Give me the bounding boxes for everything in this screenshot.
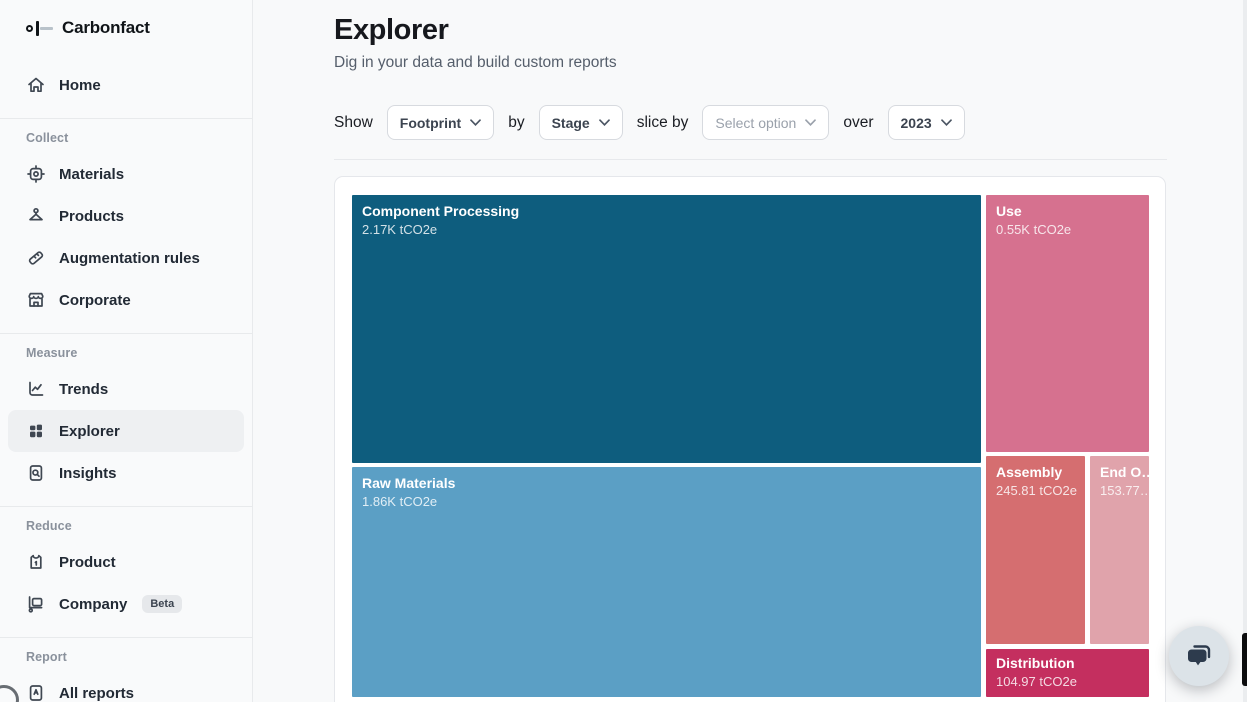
year-select-value: 2023 [901, 115, 932, 131]
sidebar-item-home[interactable]: Home [8, 64, 244, 106]
offscreen-edge-element [1242, 633, 1247, 686]
sidebar-item-label: Explorer [59, 423, 120, 440]
block-value: 0.55K tCO2e [996, 222, 1139, 237]
hanger-icon [26, 206, 46, 226]
divider [0, 333, 252, 334]
slice-select-placeholder: Select option [715, 115, 796, 131]
jersey-icon [26, 552, 46, 572]
block-value: 245.81 tCO2e [996, 483, 1075, 498]
dimension-select[interactable]: Stage [539, 105, 623, 140]
chat-bubbles-icon [1184, 641, 1214, 671]
sidebar-item-explorer[interactable]: Explorer [8, 410, 244, 452]
materials-icon [26, 164, 46, 184]
treemap-block-raw-materials[interactable]: Raw Materials 1.86K tCO2e [352, 467, 981, 697]
tag-ruler-icon [26, 248, 46, 268]
slice-select[interactable]: Select option [702, 105, 829, 140]
sidebar-item-label: Materials [59, 166, 124, 183]
brand-logo[interactable]: Carbonfact [26, 18, 252, 38]
year-select[interactable]: 2023 [888, 105, 965, 140]
filter-bar: Show Footprint by Stage slice by Select … [334, 105, 1167, 140]
chevron-down-icon [941, 119, 952, 126]
sidebar-item-all-reports[interactable]: All reports [8, 672, 244, 702]
slice-by-label: slice by [637, 114, 689, 132]
sidebar-item-label: Products [59, 208, 124, 225]
block-value: 153.77… [1100, 483, 1139, 498]
sidebar-item-products[interactable]: Products [8, 195, 244, 237]
over-label: over [843, 114, 873, 132]
show-label: Show [334, 114, 373, 132]
brand-name: Carbonfact [62, 18, 150, 38]
report-document-icon [26, 683, 46, 702]
sidebar-item-label: Insights [59, 465, 117, 482]
grid-icon [26, 421, 46, 441]
block-value: 2.17K tCO2e [362, 222, 971, 237]
treemap-block-component-processing[interactable]: Component Processing 2.17K tCO2e [352, 195, 981, 463]
home-icon [26, 75, 46, 95]
metric-select[interactable]: Footprint [387, 105, 494, 140]
block-label: Raw Materials [362, 475, 971, 491]
window-right-edge [1243, 0, 1247, 702]
block-label: Component Processing [362, 203, 971, 219]
block-label: Use [996, 203, 1139, 219]
dimension-select-value: Stage [552, 115, 590, 131]
sidebar-item-insights[interactable]: Insights [8, 452, 244, 494]
chevron-down-icon [805, 119, 816, 126]
treemap-block-assembly[interactable]: Assembly 245.81 tCO2e [986, 456, 1085, 644]
treemap-block-distribution[interactable]: Distribution 104.97 tCO2e [986, 649, 1149, 697]
divider [0, 118, 252, 119]
sidebar-item-label: Company [59, 596, 127, 613]
sidebar-item-materials[interactable]: Materials [8, 153, 244, 195]
carbonfact-logo-icon [26, 21, 53, 36]
sidebar-item-augmentation-rules[interactable]: Augmentation rules [8, 237, 244, 279]
block-value: 104.97 tCO2e [996, 674, 1139, 689]
sidebar-item-label: All reports [59, 685, 134, 702]
sidebar-item-trends[interactable]: Trends [8, 368, 244, 410]
main-content: Explorer Dig in your data and build cust… [254, 0, 1247, 702]
divider [0, 637, 252, 638]
sidebar-item-label: Augmentation rules [59, 250, 200, 267]
sidebar: Carbonfact Home Collect Materials Produc… [0, 0, 253, 702]
chevron-down-icon [470, 119, 481, 126]
section-label-reduce: Reduce [26, 519, 252, 533]
chat-widget-button[interactable] [1169, 626, 1229, 686]
block-label: Distribution [996, 655, 1139, 671]
trend-chart-icon [26, 379, 46, 399]
document-search-icon [26, 463, 46, 483]
block-label: End O… [1100, 464, 1139, 480]
block-label: Assembly [996, 464, 1075, 480]
sidebar-item-label: Product [59, 554, 116, 571]
sidebar-item-label: Home [59, 77, 101, 94]
sidebar-item-label: Trends [59, 381, 108, 398]
page-title: Explorer [334, 14, 1167, 47]
sidebar-item-product[interactable]: Product [8, 541, 244, 583]
section-label-measure: Measure [26, 346, 252, 360]
sidebar-item-label: Corporate [59, 292, 131, 309]
divider [0, 506, 252, 507]
treemap-card: Component Processing 2.17K tCO2e Use 0.5… [334, 176, 1166, 702]
chevron-down-icon [599, 119, 610, 126]
beta-badge: Beta [142, 595, 182, 613]
by-label: by [508, 114, 524, 132]
sidebar-item-corporate[interactable]: Corporate [8, 279, 244, 321]
treemap-block-end-of-life[interactable]: End O… 153.77… [1090, 456, 1149, 644]
section-label-report: Report [26, 650, 252, 664]
storefront-icon [26, 290, 46, 310]
page-subtitle: Dig in your data and build custom report… [334, 54, 1167, 72]
dolly-icon [26, 594, 46, 614]
metric-select-value: Footprint [400, 115, 461, 131]
treemap-block-use[interactable]: Use 0.55K tCO2e [986, 195, 1149, 452]
divider [334, 159, 1167, 160]
sidebar-item-company[interactable]: Company Beta [8, 583, 244, 625]
section-label-collect: Collect [26, 131, 252, 145]
block-value: 1.86K tCO2e [362, 494, 971, 509]
